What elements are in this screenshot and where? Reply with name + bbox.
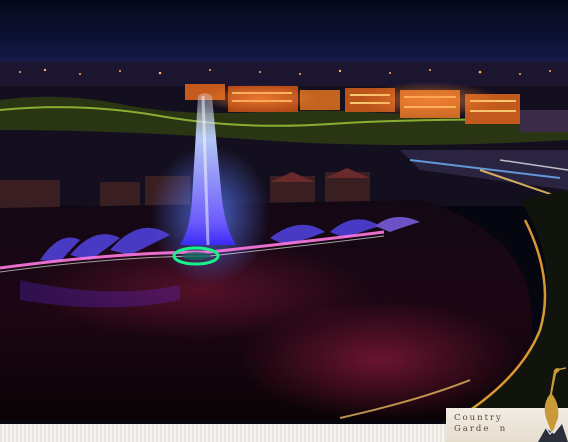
watermark-text: Country Garde n [454,413,507,435]
brand-line-2: Garde n [454,424,508,434]
photo-scene: Country Garde n [0,0,568,442]
country-garden-watermark: Country Garde n [446,367,568,442]
night-fountain-photo [0,0,568,424]
crane-logo-icon [538,367,568,442]
distant-city [0,62,568,88]
brand-line-1: Country [454,413,503,423]
